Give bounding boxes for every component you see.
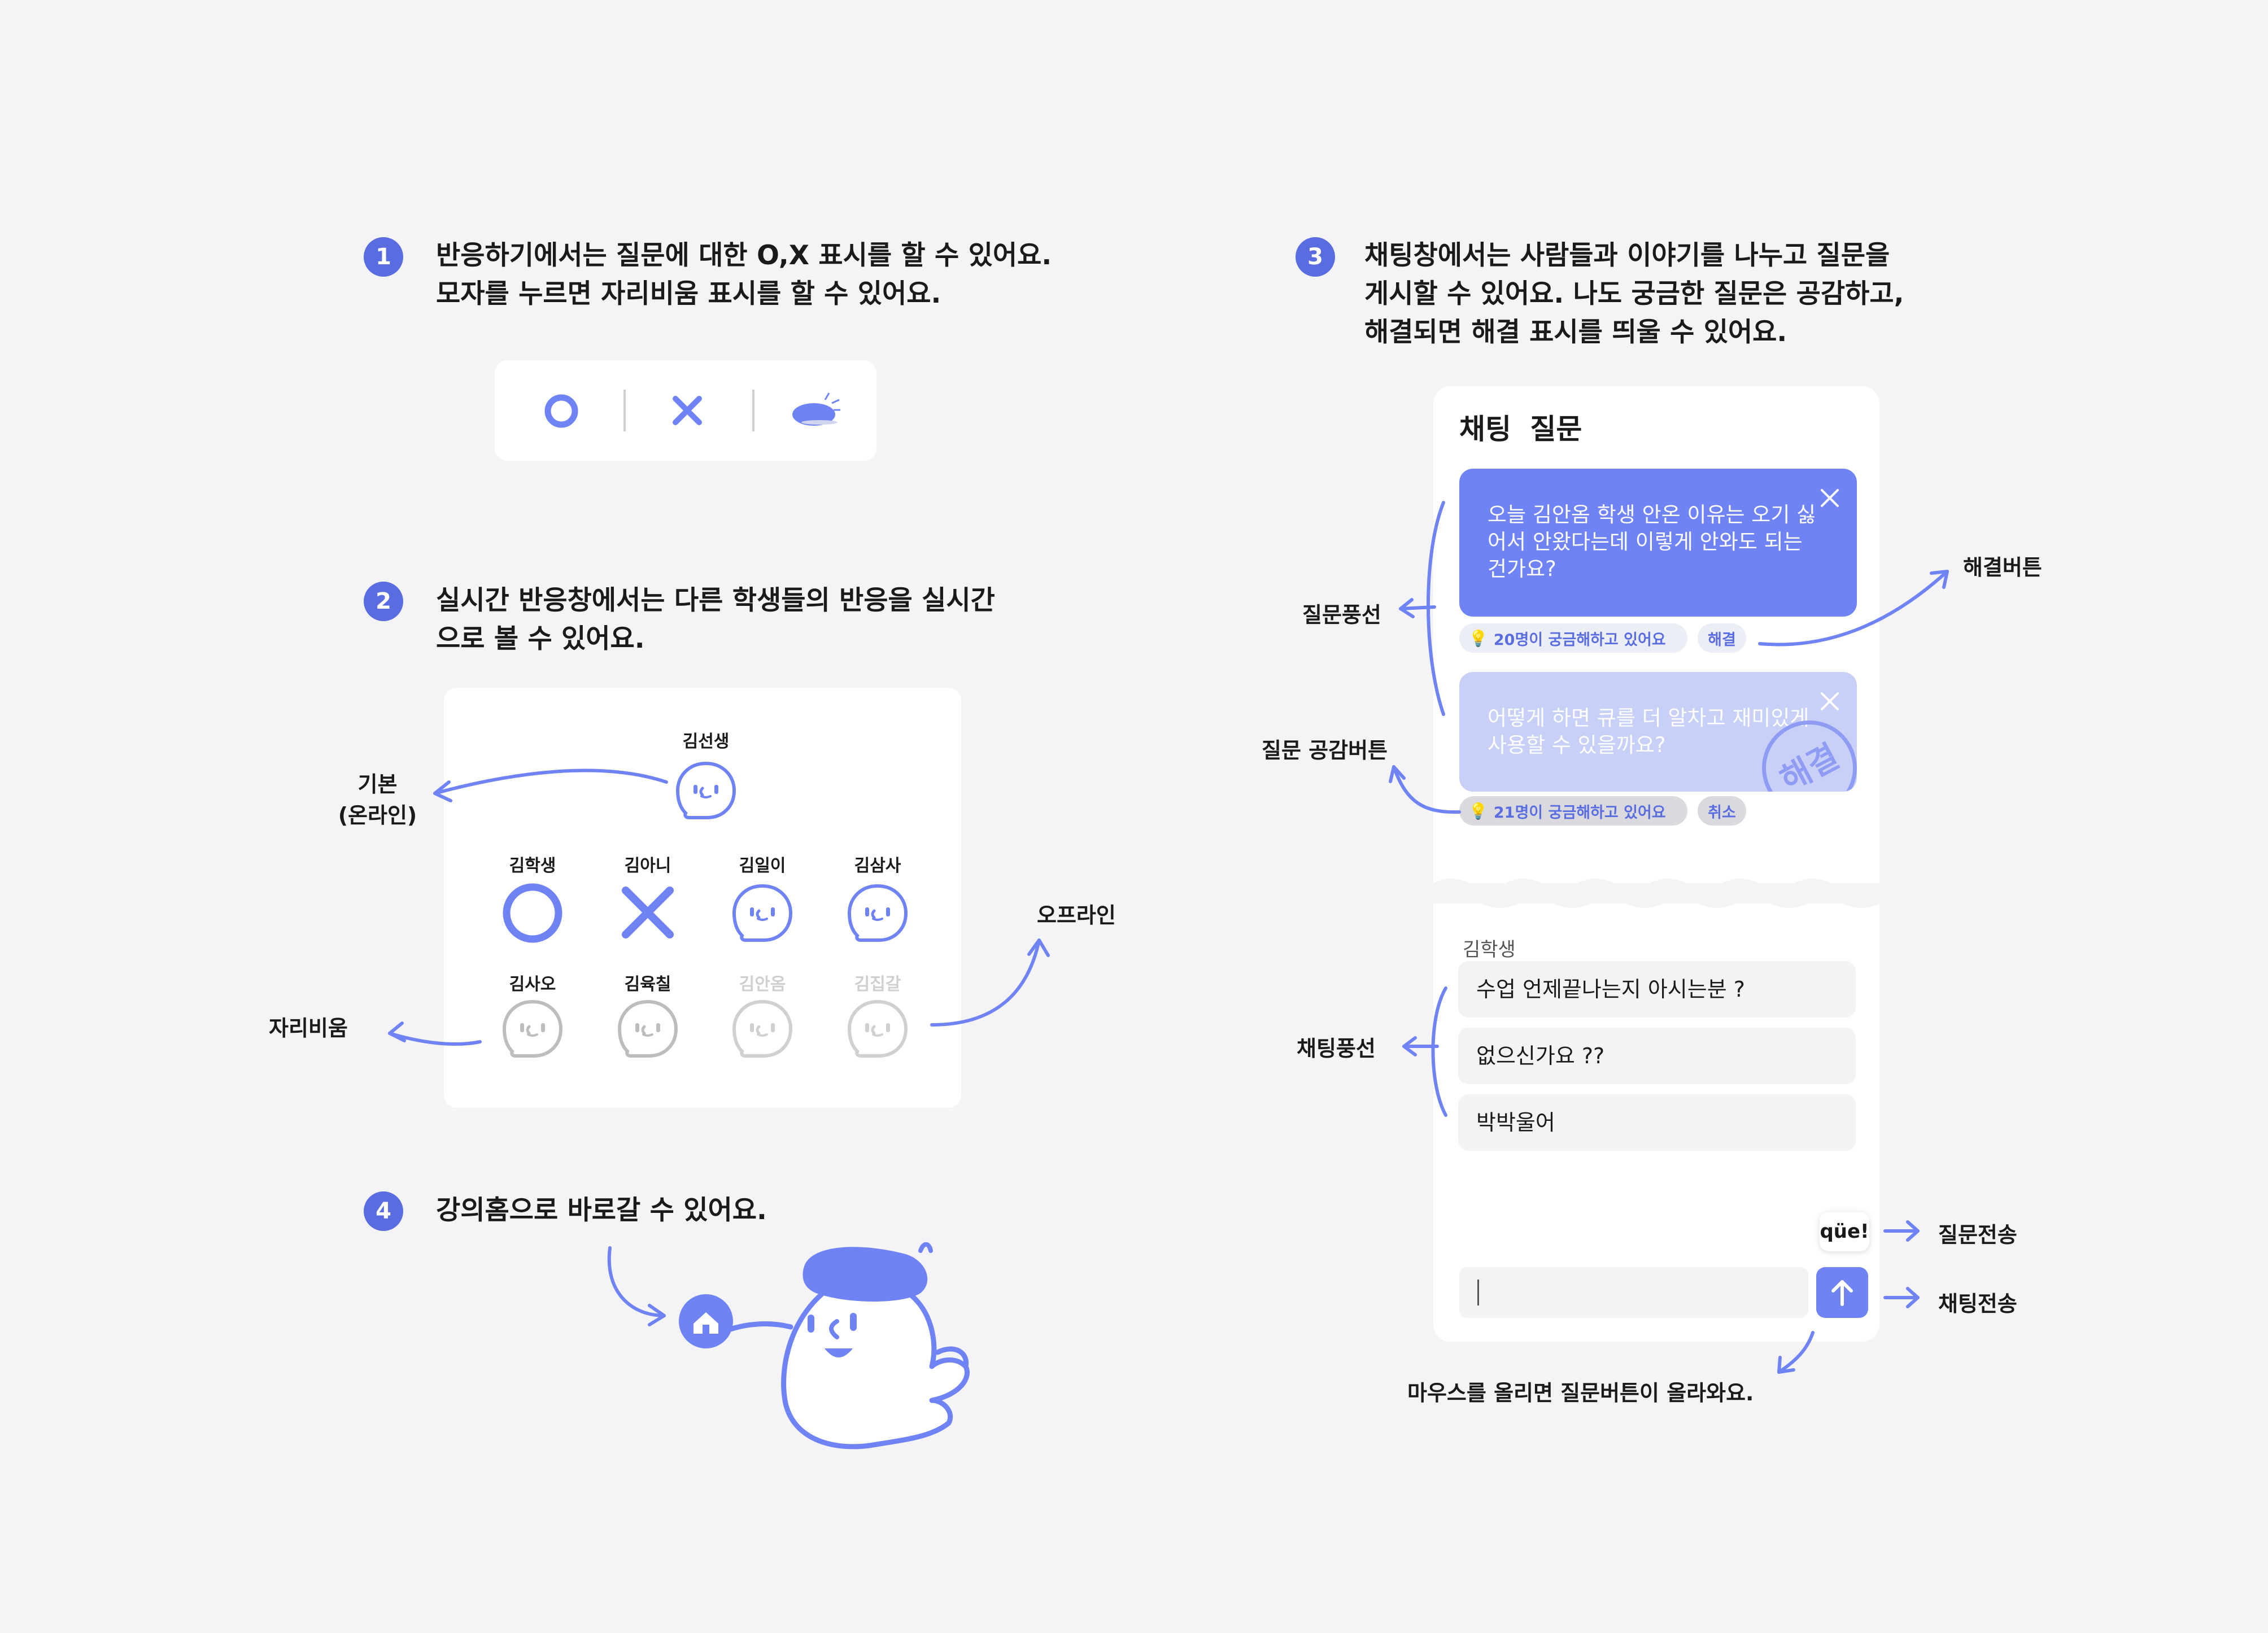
arrow-hover — [1777, 1331, 1815, 1374]
ghost-away-icon — [504, 1002, 561, 1056]
bracket-chat — [1431, 986, 1447, 1117]
ghost-online-icon — [734, 886, 791, 940]
home-icon[interactable] — [679, 1294, 733, 1348]
ghost-online-icon — [849, 886, 906, 940]
x-reaction-icon — [622, 887, 674, 938]
arrow-empathy — [1392, 765, 1461, 814]
ghost-offline-icon — [734, 1002, 791, 1056]
arrow-offline — [930, 938, 1041, 1027]
o-reaction-icon — [503, 883, 562, 943]
illustration-layer — [388, 489, 1949, 1449]
arrow-resolve — [1758, 570, 1949, 647]
close-icon[interactable] — [1821, 692, 1839, 710]
close-icon[interactable] — [1821, 489, 1839, 507]
wavy-divider — [1433, 879, 1879, 908]
ghost-offline-icon — [849, 1002, 906, 1056]
mascot-illustration — [726, 1242, 970, 1449]
ghost-away-icon — [620, 1002, 676, 1056]
arrow-basic — [433, 769, 668, 795]
ghost-online-icon — [678, 763, 734, 818]
arrow-home — [607, 1246, 666, 1317]
